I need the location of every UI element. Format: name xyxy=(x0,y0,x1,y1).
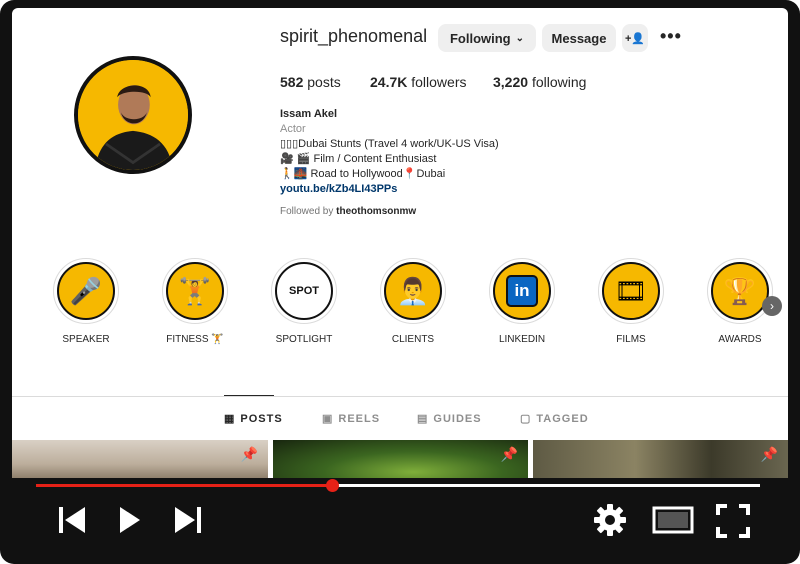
profile-avatar[interactable] xyxy=(74,56,192,174)
highlight-speaker[interactable]: 🎤 SPEAKER xyxy=(46,258,126,345)
guides-icon: ▤ xyxy=(417,413,429,425)
profile-link[interactable]: youtu.be/kZb4LI43PPs xyxy=(280,182,499,197)
highlight-label: SPOTLIGHT xyxy=(275,334,333,345)
followers-count[interactable]: 24.7K followers xyxy=(370,74,467,90)
highlight-fitness[interactable]: 🏋 FITNESS 🏋 xyxy=(155,258,235,345)
skip-previous-icon[interactable] xyxy=(56,504,88,536)
tab-posts[interactable]: ▦ POSTS xyxy=(224,412,283,426)
post-thumbnail[interactable]: 📌 xyxy=(273,440,528,478)
skip-next-icon[interactable] xyxy=(172,504,204,536)
tab-tagged[interactable]: ▢ TAGGED xyxy=(520,412,589,426)
pin-icon: 📌 xyxy=(240,446,258,462)
bio-line: 🎥 🎬 Film / Content Enthusiast xyxy=(280,153,437,165)
pin-icon: 📌 xyxy=(500,446,518,462)
profile-category: Actor xyxy=(280,123,306,135)
bio-line: ▯▯▯Dubai Stunts (Travel 4 work/UK-US Vis… xyxy=(280,138,499,150)
following-count[interactable]: 3,220 following xyxy=(493,74,586,90)
settings-gear-icon[interactable] xyxy=(592,502,628,538)
spotlight-icon: SPOT xyxy=(275,262,333,320)
avatar-portrait-icon xyxy=(78,60,188,170)
highlight-label: LINKEDIN xyxy=(498,334,546,345)
reels-icon: ▣ xyxy=(322,413,334,425)
video-player-frame: spirit_phenomenal Following ⌄ Message +👤… xyxy=(0,0,800,564)
post-thumbnail[interactable]: 📌 xyxy=(533,440,788,478)
highlight-label: FITNESS 🏋 xyxy=(166,334,224,345)
tab-guides[interactable]: ▤ GUIDES xyxy=(417,412,482,426)
message-button[interactable]: Message xyxy=(542,24,616,52)
pin-icon: 📌 xyxy=(760,446,778,462)
bio-line: 🚶🌉 Road to Hollywood📍Dubai xyxy=(280,168,446,180)
progress-fill xyxy=(36,484,333,487)
active-tab-indicator xyxy=(224,395,274,396)
play-icon[interactable] xyxy=(116,504,144,536)
profile-name: Issam Akel xyxy=(280,108,338,120)
businessman-icon: 👨‍💼 xyxy=(384,262,442,320)
highlight-label: CLIENTS xyxy=(391,334,435,345)
highlight-label: FILMS xyxy=(616,334,646,345)
profile-username: spirit_phenomenal xyxy=(280,26,428,46)
highlights-next-icon[interactable]: › xyxy=(762,296,782,316)
highlight-linkedin[interactable]: in LINKEDIN xyxy=(482,258,562,345)
posts-count: 582 posts xyxy=(280,74,341,90)
theater-mode-icon[interactable] xyxy=(652,506,694,534)
microphone-icon: 🎤 xyxy=(57,262,115,320)
weightlifting-icon: 🏋 xyxy=(166,262,224,320)
profile-bio: Issam Akel Actor ▯▯▯Dubai Stunts (Travel… xyxy=(280,107,499,197)
tagged-icon: ▢ xyxy=(520,413,532,425)
followed-by[interactable]: Followed by theothomsonmw xyxy=(280,206,416,217)
grid-icon: ▦ xyxy=(224,413,236,425)
highlight-films[interactable]: 🎞 FILMS xyxy=(591,258,671,345)
highlight-clients[interactable]: 👨‍💼 CLIENTS xyxy=(373,258,453,345)
tab-reels[interactable]: ▣ REELS xyxy=(322,412,380,426)
film-reel-icon: 🎞 xyxy=(602,262,660,320)
highlight-label: SPEAKER xyxy=(62,334,110,345)
tab-divider xyxy=(12,396,788,397)
add-user-button[interactable]: +👤 xyxy=(622,24,648,52)
following-button-label: Following xyxy=(449,30,511,46)
highlight-label: AWARDS xyxy=(718,334,762,345)
add-user-icon: +👤 xyxy=(624,32,646,45)
fullscreen-icon[interactable] xyxy=(716,504,750,538)
trophy-icon: 🏆 xyxy=(711,262,769,320)
following-button[interactable]: Following ⌄ xyxy=(438,24,536,52)
highlight-spotlight[interactable]: SPOT SPOTLIGHT xyxy=(264,258,344,345)
linkedin-icon: in xyxy=(493,262,551,320)
more-options-icon[interactable]: ••• xyxy=(660,26,682,47)
chevron-down-icon: ⌄ xyxy=(515,32,525,44)
post-thumbnail[interactable]: 📌 xyxy=(12,440,268,478)
instagram-profile-screen: spirit_phenomenal Following ⌄ Message +👤… xyxy=(12,8,788,478)
